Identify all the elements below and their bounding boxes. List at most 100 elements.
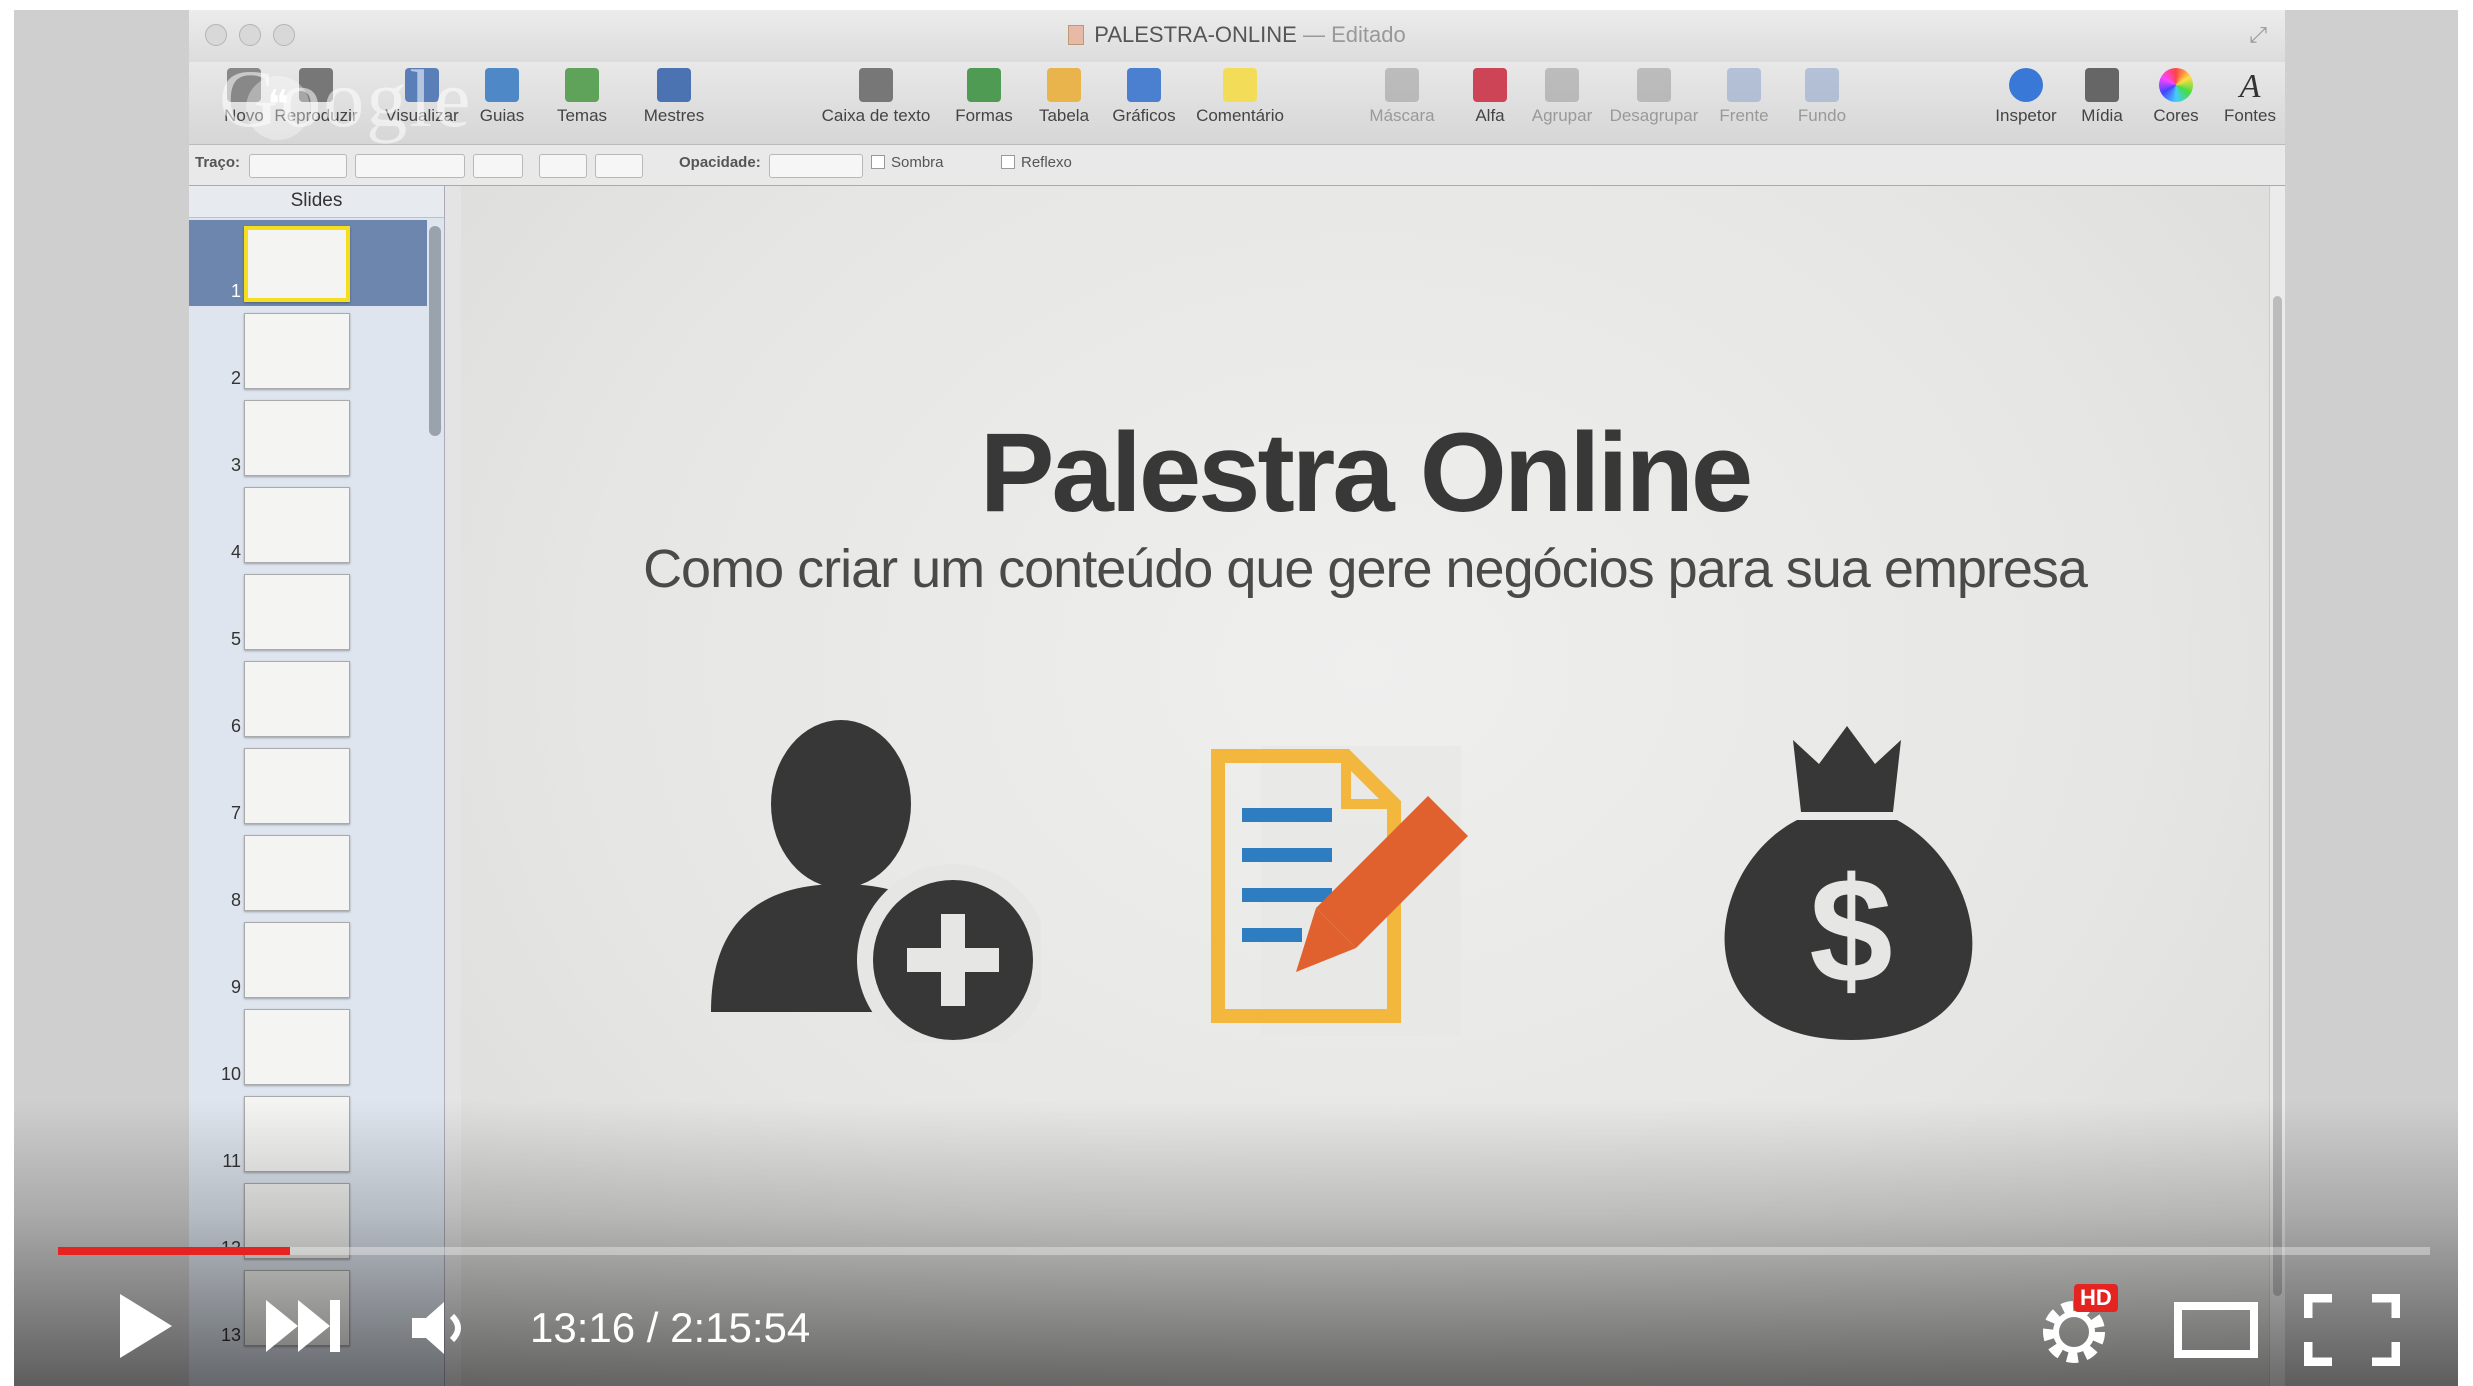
toolbar-label: Mestres xyxy=(643,106,705,125)
toolbar-button-caixa-de-texto[interactable]: Caixa de texto xyxy=(821,68,931,126)
slide-thumbnail[interactable]: 8 xyxy=(189,829,427,915)
slide-number: 6 xyxy=(230,716,241,736)
slide-number: 1 xyxy=(230,281,241,301)
video-player[interactable]: PALESTRA-ONLINE — Editado ⤢ Novo Reproduz… xyxy=(14,10,2458,1386)
reflection-checkbox[interactable]: Reflexo xyxy=(1001,154,1072,171)
shadow-checkbox[interactable]: Sombra xyxy=(871,154,944,171)
guides-icon xyxy=(485,68,519,102)
fonts-icon: A xyxy=(2239,68,2261,105)
slide-thumbnail[interactable]: 7 xyxy=(189,742,427,828)
group-icon xyxy=(1545,68,1579,102)
toolbar-button-fundo[interactable]: Fundo xyxy=(1767,68,1877,126)
slide-thumbnail-image xyxy=(244,661,350,737)
svg-text:$: $ xyxy=(1809,846,1892,1014)
toolbar-label: Fontes xyxy=(2224,106,2276,125)
hd-badge: HD xyxy=(2074,1284,2118,1312)
toolbar-button-comentário[interactable]: Comentário xyxy=(1185,68,1295,126)
slide-subtitle[interactable]: Como criar um conteúdo que gere negócios… xyxy=(461,538,2269,600)
document-status: Editado xyxy=(1331,22,1406,47)
slide-number: 10 xyxy=(220,1064,241,1084)
alignment-button[interactable] xyxy=(539,154,587,178)
google-watermark: Google xyxy=(219,53,473,144)
money-bag-icon[interactable]: $ xyxy=(1701,720,2001,1050)
toolbar-label: Caixa de texto xyxy=(821,106,931,125)
document-icon xyxy=(1068,25,1085,45)
shapes-icon xyxy=(967,68,1001,102)
navigator-scrollbar[interactable] xyxy=(429,226,441,436)
comment-icon xyxy=(1223,68,1257,102)
ungroup-icon xyxy=(1637,68,1671,102)
slide-thumbnail[interactable]: 2 xyxy=(189,307,427,393)
slide-number: 4 xyxy=(230,542,241,562)
theater-mode-icon[interactable] xyxy=(2174,1300,2258,1360)
slide-number: 5 xyxy=(230,629,241,649)
title-bar: PALESTRA-ONLINE — Editado ⤢ xyxy=(189,10,2285,62)
slide-thumbnail[interactable]: 9 xyxy=(189,916,427,1002)
fullscreen-icon[interactable] xyxy=(2304,1294,2400,1366)
toolbar: Novo Reproduzir Visualizar Guias Temas Mestre… xyxy=(189,62,2285,144)
opacity-select[interactable] xyxy=(769,154,863,178)
slide-thumbnail[interactable]: 6 xyxy=(189,655,427,741)
mask-icon xyxy=(1385,68,1419,102)
volume-icon[interactable] xyxy=(408,1300,472,1356)
played-bar xyxy=(58,1247,290,1255)
slide-thumbnail-image xyxy=(244,835,350,911)
document-name: PALESTRA-ONLINE xyxy=(1094,22,1297,47)
toolbar-label: Fundo xyxy=(1797,106,1847,125)
slide-thumbnail[interactable]: 3 xyxy=(189,394,427,480)
front-icon xyxy=(1727,68,1761,102)
stroke-width-select[interactable] xyxy=(355,154,465,178)
slide-thumbnail[interactable]: 4 xyxy=(189,481,427,567)
slide-thumbnail-image xyxy=(244,313,350,389)
slide-thumbnail-image xyxy=(244,1009,350,1085)
window-title: PALESTRA-ONLINE — Editado xyxy=(189,22,2285,48)
slide-title[interactable]: Palestra Online xyxy=(461,408,2269,537)
slide-number: 2 xyxy=(230,368,241,388)
masters-icon xyxy=(657,68,691,102)
progress-bar[interactable] xyxy=(58,1247,2430,1255)
add-user-icon[interactable] xyxy=(711,712,1041,1042)
alpha-icon xyxy=(1473,68,1507,102)
toolbar-button-gráficos[interactable]: Gráficos xyxy=(1089,68,1199,126)
themes-icon xyxy=(565,68,599,102)
inspector-icon xyxy=(2009,68,2043,102)
media-icon xyxy=(2085,68,2119,102)
toolbar-label: Comentário xyxy=(1196,106,1284,125)
next-button[interactable] xyxy=(264,1298,344,1354)
document-edit-icon[interactable] xyxy=(1206,736,1516,1036)
shadow-label: Sombra xyxy=(891,154,944,171)
slide-thumbnail-image xyxy=(244,574,350,650)
reflection-label: Reflexo xyxy=(1021,154,1072,171)
slide-number: 3 xyxy=(230,455,241,475)
slide-thumbnail-image xyxy=(244,400,350,476)
slide-thumbnail[interactable]: 1 xyxy=(189,220,427,306)
slide-number: 9 xyxy=(230,977,241,997)
slide-thumbnail-image xyxy=(244,226,350,302)
toolbar-button-mestres[interactable]: Mestres xyxy=(619,68,729,126)
stroke-color-well[interactable] xyxy=(473,154,523,178)
slide-thumbnail[interactable]: 10 xyxy=(189,1003,427,1089)
text-box-icon xyxy=(859,68,893,102)
format-bar: Traço: Opacidade: Sombra Reflexo xyxy=(189,144,2285,186)
slide-thumbnail[interactable]: 5 xyxy=(189,568,427,654)
toolbar-label: Gráficos xyxy=(1112,106,1176,125)
chart-icon xyxy=(1127,68,1161,102)
slide-thumbnail-image xyxy=(244,487,350,563)
back-icon xyxy=(1805,68,1839,102)
title-separator: — xyxy=(1302,22,1325,47)
slides-header: Slides xyxy=(189,186,444,218)
play-button[interactable] xyxy=(114,1290,176,1362)
slide-thumbnail-image xyxy=(244,748,350,824)
fullscreen-toggle-icon[interactable]: ⤢ xyxy=(2249,22,2267,48)
toolbar-button-fontes[interactable]: A Fontes xyxy=(2195,68,2305,126)
table-icon xyxy=(1047,68,1081,102)
time-display: 13:16 / 2:15:54 xyxy=(530,1304,811,1351)
stroke-label: Traço: xyxy=(195,154,241,171)
colors-icon xyxy=(2159,68,2193,102)
wrap-button[interactable] xyxy=(595,154,643,178)
stroke-style-select[interactable] xyxy=(249,154,347,178)
slide-thumbnail-image xyxy=(244,922,350,998)
slide-number: 8 xyxy=(230,890,241,910)
slide-number: 7 xyxy=(230,803,241,823)
opacity-label: Opacidade: xyxy=(679,154,761,171)
